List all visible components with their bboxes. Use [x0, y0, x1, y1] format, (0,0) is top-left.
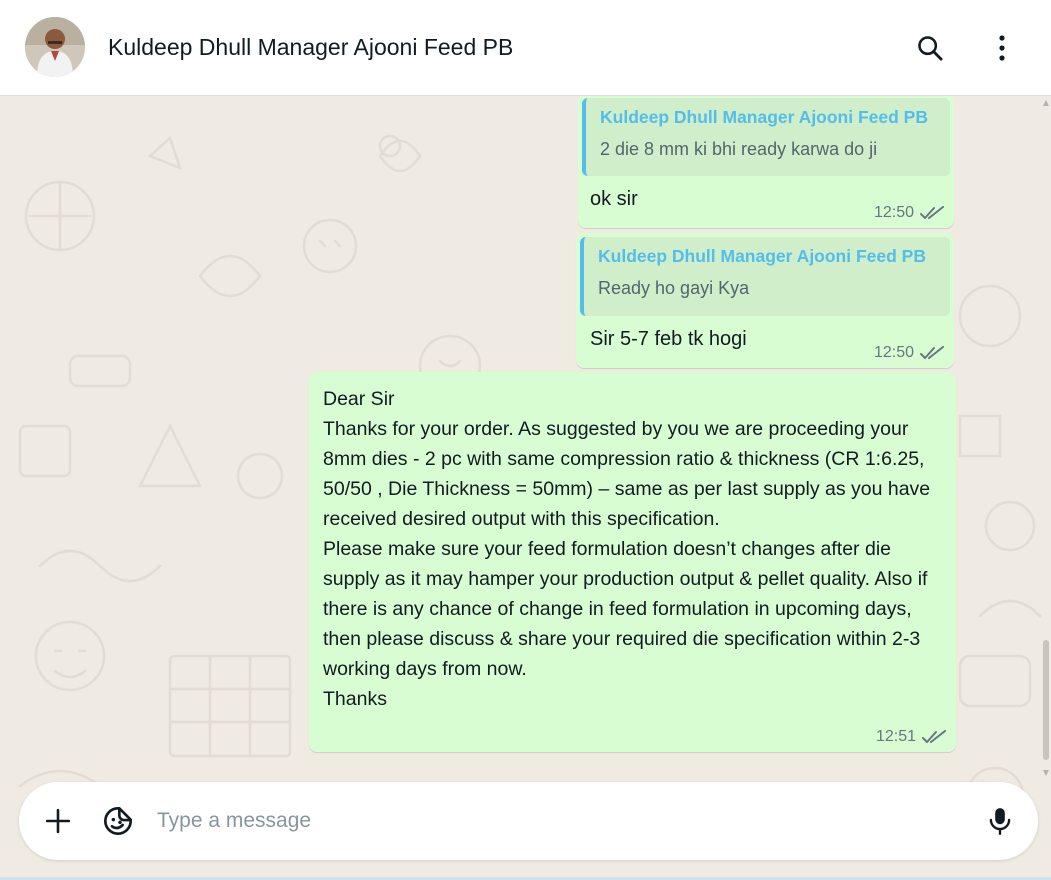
message-text: Sir 5-7 feb tk hogi	[590, 328, 747, 350]
message-text: ok sir	[590, 188, 638, 210]
scroll-up-arrow[interactable]	[1043, 100, 1049, 106]
scroll-down-arrow[interactable]	[1043, 770, 1049, 776]
quoted-author: Kuldeep Dhull Manager Ajooni Feed PB	[598, 246, 926, 266]
message-time: 12:50	[873, 204, 914, 221]
message-meta: 12:50	[874, 344, 944, 362]
double-check-icon	[920, 206, 944, 219]
message-bubble-outgoing[interactable]: Kuldeep Dhull Manager Ajooni Feed PB 2 d…	[578, 96, 954, 228]
double-check-icon	[920, 346, 944, 359]
message-list[interactable]: Kuldeep Dhull Manager Ajooni Feed PB 2 d…	[0, 96, 1051, 880]
message-text: Dear Sir Thanks for your order. As sugge…	[323, 388, 931, 710]
message-composer	[19, 782, 1038, 860]
scrollbar[interactable]	[1041, 96, 1051, 780]
message-meta: 12:50	[874, 204, 944, 222]
quoted-message[interactable]: Kuldeep Dhull Manager Ajooni Feed PB Rea…	[580, 237, 950, 316]
message-bubble-outgoing[interactable]: Dear Sir Thanks for your order. As sugge…	[309, 372, 956, 752]
message-time: 12:51	[875, 728, 916, 745]
plus-icon[interactable]	[38, 801, 78, 841]
chat-header: Kuldeep Dhull Manager Ajooni Feed PB	[0, 0, 1051, 96]
quoted-text: Ready ho gayi Kya	[598, 278, 750, 298]
message-time: 12:50	[873, 344, 914, 361]
message-meta: 12:51	[876, 728, 946, 746]
search-icon[interactable]	[910, 28, 950, 68]
scrollbar-thumb[interactable]	[1043, 640, 1049, 760]
kebab-menu-icon[interactable]	[982, 28, 1022, 68]
sticker-icon[interactable]	[98, 801, 138, 841]
message-input[interactable]	[157, 796, 957, 846]
quoted-message[interactable]: Kuldeep Dhull Manager Ajooni Feed PB 2 d…	[582, 98, 950, 176]
double-check-icon	[922, 730, 946, 743]
contact-name[interactable]: Kuldeep Dhull Manager Ajooni Feed PB	[108, 34, 513, 61]
quoted-author: Kuldeep Dhull Manager Ajooni Feed PB	[600, 107, 928, 127]
microphone-icon[interactable]	[980, 801, 1020, 841]
quoted-text: 2 die 8 mm ki bhi ready karwa do ji	[600, 139, 878, 159]
avatar-photo	[25, 17, 85, 77]
contact-avatar[interactable]	[25, 17, 85, 77]
message-bubble-outgoing[interactable]: Kuldeep Dhull Manager Ajooni Feed PB Rea…	[576, 233, 954, 368]
